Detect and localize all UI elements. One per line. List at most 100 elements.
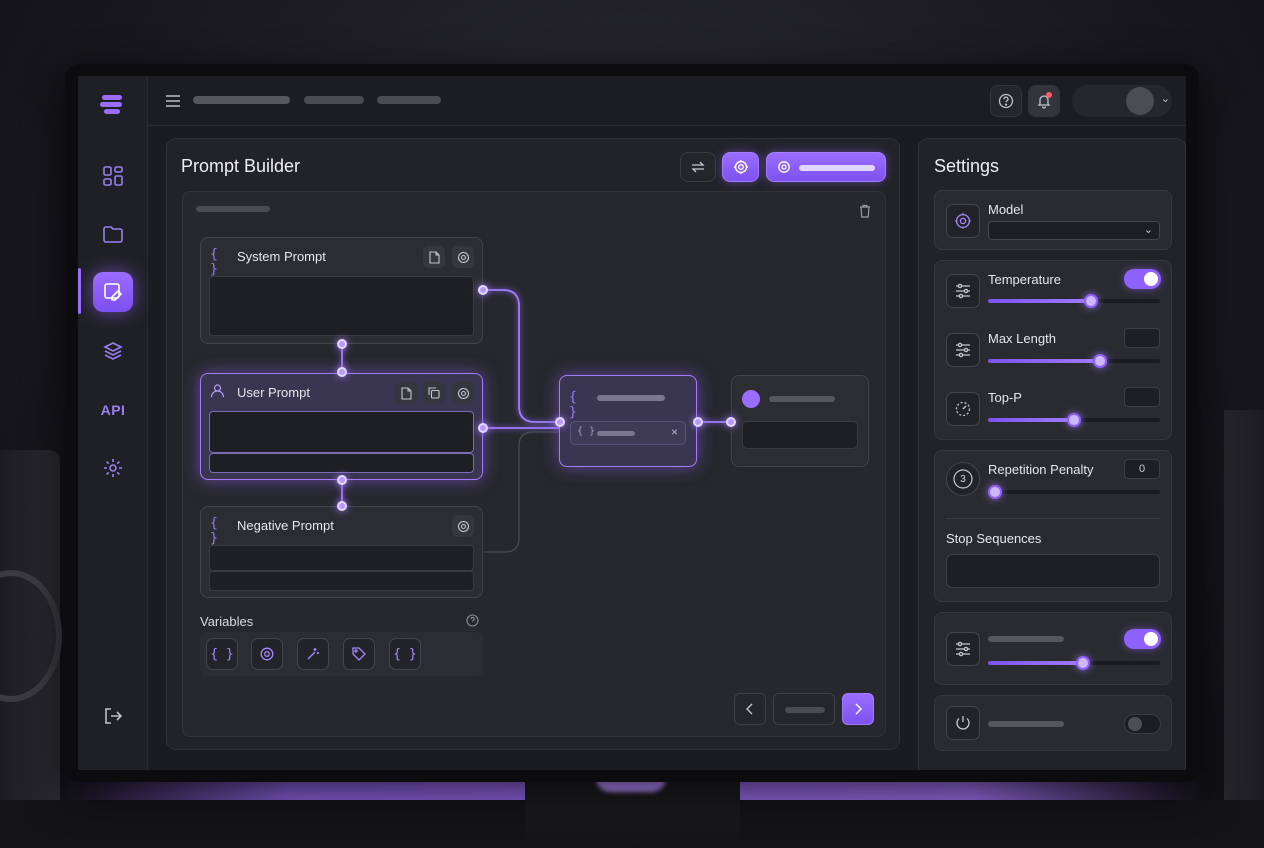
status-dot (742, 390, 760, 408)
profile-menu[interactable]: ⌄ (1072, 85, 1172, 117)
swap-icon[interactable] (680, 152, 716, 182)
braces-icon: { } (210, 516, 218, 546)
merge-node[interactable]: { } { } × (559, 375, 697, 467)
model-card: Model ⌄ (934, 190, 1172, 250)
top-p-slider[interactable] (988, 413, 1160, 427)
speaker-left (0, 450, 62, 810)
close-icon[interactable]: × (671, 425, 678, 439)
sampling-card: Temperature Max Length Top-P (934, 260, 1172, 440)
top-bar: ⌄ (148, 76, 1186, 126)
extra-setting-toggle[interactable] (1124, 629, 1161, 649)
port[interactable] (478, 423, 488, 433)
slider-knob[interactable] (987, 485, 1002, 499)
document-icon[interactable] (423, 246, 445, 268)
merge-title-placeholder (597, 395, 665, 401)
ai-settings-icon[interactable] (722, 152, 759, 182)
slider-knob[interactable] (1084, 294, 1099, 308)
node-canvas[interactable]: { } System Prompt User Prompt {} Negati… (182, 191, 886, 737)
negative-prompt-footer[interactable] (209, 571, 474, 591)
run-button[interactable] (766, 152, 886, 182)
port[interactable] (337, 475, 347, 485)
user-prompt-textarea[interactable] (209, 411, 474, 453)
variable-tag[interactable]: { } × (570, 421, 686, 445)
gear-icon[interactable] (452, 515, 474, 537)
slider-knob[interactable] (1067, 413, 1081, 427)
model-gear-icon (946, 204, 980, 238)
repetition-penalty-label: Repetition Penalty (988, 462, 1094, 477)
tag-label-placeholder (597, 431, 635, 436)
copy-icon[interactable] (423, 382, 445, 404)
repetition-penalty-input[interactable]: 0 (1124, 459, 1160, 479)
dashboard-icon[interactable] (93, 156, 133, 196)
breadcrumb-placeholder-1[interactable] (193, 96, 290, 104)
power-toggle[interactable] (1124, 714, 1161, 734)
help-icon[interactable] (466, 614, 479, 632)
port[interactable] (337, 339, 347, 349)
chevron-left-icon[interactable] (734, 693, 766, 725)
gear-icon[interactable] (452, 382, 474, 404)
breadcrumb-placeholder-3[interactable] (377, 96, 441, 104)
stop-sequences-input[interactable] (946, 554, 1160, 588)
document-icon[interactable] (395, 382, 417, 404)
sparkle-icon[interactable] (297, 638, 329, 670)
system-prompt-node[interactable]: { } System Prompt (200, 237, 483, 344)
slider-knob[interactable] (1092, 354, 1107, 368)
chevron-right-icon[interactable] (842, 693, 874, 725)
menu-icon[interactable] (166, 94, 180, 112)
output-field[interactable] (742, 421, 858, 449)
max-length-input[interactable] (1124, 328, 1160, 348)
avatar (1126, 87, 1154, 115)
system-prompt-textarea[interactable] (209, 276, 474, 336)
settings-gear-icon[interactable] (93, 448, 133, 488)
gauge-icon (946, 392, 980, 426)
speaker-right (1224, 410, 1264, 810)
sliders-icon (946, 333, 980, 367)
tag-icon[interactable] (343, 638, 375, 670)
user-icon (210, 383, 230, 401)
user-prompt-node[interactable]: User Prompt (200, 373, 483, 480)
layers-icon[interactable] (93, 331, 133, 371)
slider-knob[interactable] (1075, 656, 1090, 670)
braces-icon[interactable]: { } (389, 638, 421, 670)
port[interactable] (337, 501, 347, 511)
power-label-placeholder (988, 721, 1064, 727)
logo-icon[interactable] (100, 94, 124, 116)
negative-prompt-label: Negative Prompt (237, 518, 334, 533)
folder-icon[interactable] (93, 214, 133, 254)
port[interactable] (726, 417, 736, 427)
logout-icon[interactable] (93, 696, 133, 736)
breadcrumb-placeholder-2[interactable] (304, 96, 364, 104)
model-label: Model (988, 202, 1024, 217)
repetition-penalty-slider[interactable] (987, 485, 1160, 499)
gear-icon[interactable] (452, 246, 474, 268)
sliders-icon (946, 274, 980, 308)
prompt-edit-icon[interactable] (93, 272, 133, 312)
braces-icon[interactable]: { } (206, 638, 238, 670)
bell-icon[interactable] (1028, 85, 1060, 117)
settings-title: Settings (934, 156, 1000, 176)
port[interactable] (693, 417, 703, 427)
power-card (934, 695, 1172, 751)
negative-prompt-textarea[interactable] (209, 545, 474, 571)
output-title-placeholder (769, 396, 835, 402)
temperature-label: Temperature (988, 272, 1061, 287)
variables-label: Variables (200, 614, 254, 629)
output-node[interactable] (731, 375, 869, 467)
port[interactable] (337, 367, 347, 377)
penalty-dial-icon: 3 (946, 462, 980, 496)
temperature-slider[interactable] (988, 294, 1160, 308)
help-icon[interactable] (990, 85, 1022, 117)
extra-setting-slider[interactable] (988, 656, 1160, 670)
max-length-slider[interactable] (988, 354, 1160, 368)
api-label: API (100, 402, 126, 418)
api-icon[interactable]: API (93, 390, 133, 430)
gear-icon[interactable] (251, 638, 283, 670)
temperature-toggle[interactable] (1124, 269, 1161, 289)
port[interactable] (555, 417, 565, 427)
negative-prompt-node[interactable]: { } Negative Prompt (200, 506, 483, 598)
chevron-down-icon: ⌄ (1143, 224, 1153, 236)
top-p-input[interactable] (1124, 387, 1160, 407)
user-prompt-footer[interactable] (209, 453, 474, 473)
port[interactable] (478, 285, 488, 295)
model-select[interactable]: ⌄ (988, 221, 1160, 240)
